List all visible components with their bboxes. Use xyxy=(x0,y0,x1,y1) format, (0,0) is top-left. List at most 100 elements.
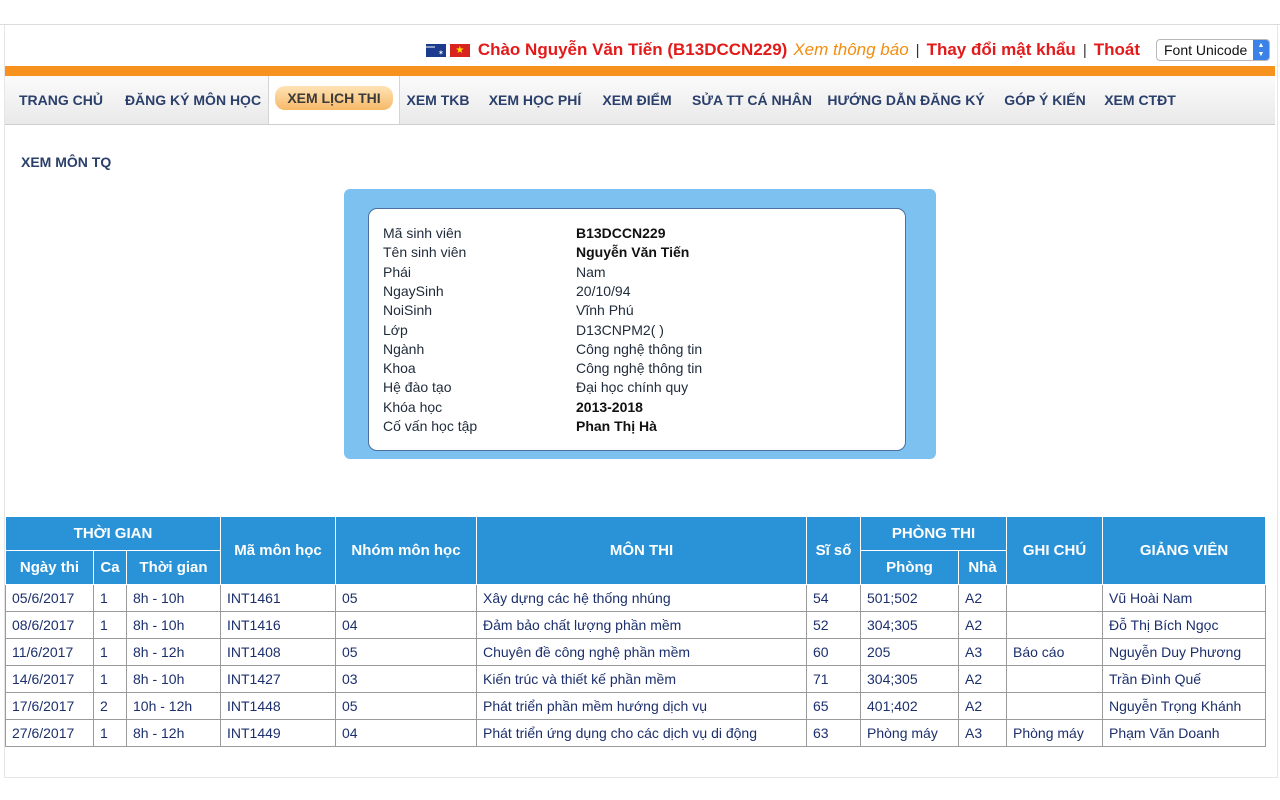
main-nav: TRANG CHỦ ĐĂNG KÝ MÔN HỌC XEM LỊCH THI X… xyxy=(5,76,1275,125)
cell-shift: 1 xyxy=(93,638,127,666)
info-label: Mã sinh viên xyxy=(383,225,462,241)
info-value: Công nghệ thông tin xyxy=(576,360,703,377)
cell-course-group: 04 xyxy=(335,611,477,639)
info-row: Ngành Công nghệ thông tin xyxy=(383,341,702,360)
vietnamese-flag-icon[interactable]: ★ xyxy=(449,43,470,57)
info-row: NgaySinh 20/10/94 xyxy=(383,283,631,302)
header-note[interactable]: GHI CHÚ xyxy=(1006,516,1103,585)
cell-exam-date: 14/6/2017 xyxy=(5,665,94,693)
cell-course-code: INT1448 xyxy=(220,692,336,720)
header-course-code[interactable]: Mã môn học xyxy=(220,516,336,585)
nav-label: XEM CTĐT xyxy=(1104,92,1176,108)
select-arrows-icon: ▲ ▼ xyxy=(1253,40,1269,60)
cell-exam-date: 05/6/2017 xyxy=(5,584,94,612)
info-value: B13DCCN229 xyxy=(576,225,666,241)
cell-subject: Xây dựng các hệ thống nhúng xyxy=(476,584,807,612)
separator: | xyxy=(915,41,920,59)
info-row: Hệ đào tạo Đại học chính quy xyxy=(383,379,688,398)
nav-label: XEM ĐIỂM xyxy=(602,92,672,108)
english-flag-icon[interactable] xyxy=(425,43,446,57)
cell-shift: 2 xyxy=(93,692,127,720)
header-time[interactable]: Thời gian xyxy=(126,550,221,585)
table-row: 14/6/2017 1 8h - 10h INT1427 03 Kiến trúc và … xyxy=(5,665,1266,693)
cell-subject: Phát triển phần mềm hướng dịch vụ xyxy=(476,692,807,720)
cell-student-count: 52 xyxy=(806,611,861,639)
table-row: 27/6/2017 1 8h - 12h INT1449 04 Phát triển ứn… xyxy=(5,719,1266,747)
header-building[interactable]: Nhà xyxy=(958,550,1007,585)
header-student-count[interactable]: Sĩ số xyxy=(806,516,861,585)
exam-schedule-table: THỜI GIAN Mã môn học Nhóm môn học MÔN TH… xyxy=(5,516,1266,747)
info-label: Cố vấn học tập xyxy=(383,418,478,434)
nav-home[interactable]: TRANG CHỦ xyxy=(12,76,110,124)
info-label: Khóa học xyxy=(383,398,443,415)
nav-grades[interactable]: XEM ĐIỂM xyxy=(597,76,677,124)
header-course-group[interactable]: Nhóm môn học xyxy=(335,516,477,585)
view-notice-link[interactable]: Xem thông báo xyxy=(793,40,908,60)
cell-course-group: 05 xyxy=(335,638,477,666)
separator: | xyxy=(1082,41,1087,59)
cell-lecturer: Đỗ Thị Bích Ngọc xyxy=(1102,611,1266,639)
nav-curriculum[interactable]: XEM CTĐT xyxy=(1102,76,1178,124)
nav-label: ĐĂNG KÝ MÔN HỌC xyxy=(124,92,262,108)
nav-tuition[interactable]: XEM HỌC PHÍ xyxy=(485,76,585,124)
cell-note: Báo cáo xyxy=(1006,638,1103,666)
nav-registration-guide[interactable]: HƯỚNG DẪN ĐĂNG KÝ xyxy=(827,76,985,124)
info-row: Mã sinh viên B13DCCN229 xyxy=(383,225,665,244)
cell-exam-date: 08/6/2017 xyxy=(5,611,94,639)
header-exam-date[interactable]: Ngày thi xyxy=(5,550,94,585)
info-label: Phái xyxy=(383,263,412,280)
info-row: Tên sinh viên Nguyễn Văn Tiến xyxy=(383,244,689,263)
cell-subject: Chuyên đề công nghệ phần mềm xyxy=(476,638,807,666)
cell-exam-date: 17/6/2017 xyxy=(5,692,94,720)
cell-shift: 1 xyxy=(93,719,127,747)
nav-label: HƯỚNG DẪN ĐĂNG KÝ xyxy=(827,92,985,108)
cell-building: A2 xyxy=(958,665,1007,693)
cell-course-code: INT1416 xyxy=(220,611,336,639)
change-password-link[interactable]: Thay đổi mật khẩu xyxy=(927,40,1076,60)
info-label: Lớp xyxy=(383,321,408,338)
info-value: 20/10/94 xyxy=(576,282,631,299)
info-value: D13CNPM2( ) xyxy=(576,321,664,338)
cell-lecturer: Trần Đình Quế xyxy=(1102,665,1266,693)
header-time-group: THỜI GIAN xyxy=(5,516,221,551)
student-info-panel: Mã sinh viên B13DCCN229 Tên sinh viên Nguyễ… xyxy=(344,189,936,459)
cell-building: A2 xyxy=(958,692,1007,720)
cell-course-code: INT1449 xyxy=(220,719,336,747)
header-exam-subject[interactable]: MÔN THI xyxy=(476,516,807,585)
logout-link[interactable]: Thoát xyxy=(1094,40,1140,60)
info-value: Phan Thị Hà xyxy=(576,418,657,434)
info-value: Nguyễn Văn Tiến xyxy=(576,244,690,261)
cell-note xyxy=(1006,692,1103,720)
cell-room: 401;402 xyxy=(860,692,959,720)
cell-lecturer: Vũ Hoài Nam xyxy=(1102,584,1266,612)
info-label: Ngành xyxy=(383,340,425,357)
nav-register-courses[interactable]: ĐĂNG KÝ MÔN HỌC xyxy=(115,76,271,124)
font-select[interactable]: Font Unicode ▲ ▼ xyxy=(1156,39,1270,61)
cell-time: 8h - 12h xyxy=(126,638,221,666)
info-label: NoiSinh xyxy=(383,302,433,319)
nav-timetable[interactable]: XEM TKB xyxy=(403,76,473,124)
cell-student-count: 63 xyxy=(806,719,861,747)
nav-feedback[interactable]: GÓP Ý KIẾN xyxy=(1001,76,1089,124)
cell-shift: 1 xyxy=(93,665,127,693)
cell-course-code: INT1427 xyxy=(220,665,336,693)
cell-shift: 1 xyxy=(93,584,127,612)
table-row: 05/6/2017 1 8h - 10h INT1461 05 Xây dựng các … xyxy=(5,584,1266,612)
nav-exam-schedule[interactable]: XEM LỊCH THI xyxy=(268,76,400,124)
header-shift[interactable]: Ca xyxy=(93,550,127,585)
header-lecturer[interactable]: GIẢNG VIÊN xyxy=(1102,516,1266,585)
cell-shift: 1 xyxy=(93,611,127,639)
table-row: 08/6/2017 1 8h - 10h INT1416 04 Đảm bảo chất … xyxy=(5,611,1266,639)
header-bar: ★ Chào Nguyễn Văn Tiến (B13DCCN229) Xem … xyxy=(425,36,1270,64)
cell-time: 8h - 10h xyxy=(126,665,221,693)
cell-course-code: INT1408 xyxy=(220,638,336,666)
header-room[interactable]: Phòng xyxy=(860,550,959,585)
info-label: Khoa xyxy=(383,360,416,377)
nav-edit-profile[interactable]: SỬA TT CÁ NHÂN xyxy=(691,76,813,124)
cell-building: A3 xyxy=(958,638,1007,666)
orange-bar xyxy=(5,66,1275,76)
student-info-card: Mã sinh viên B13DCCN229 Tên sinh viên Nguyễ… xyxy=(368,208,906,451)
cell-room: 304;305 xyxy=(860,611,959,639)
cell-building: A2 xyxy=(958,584,1007,612)
cell-building: A3 xyxy=(958,719,1007,747)
